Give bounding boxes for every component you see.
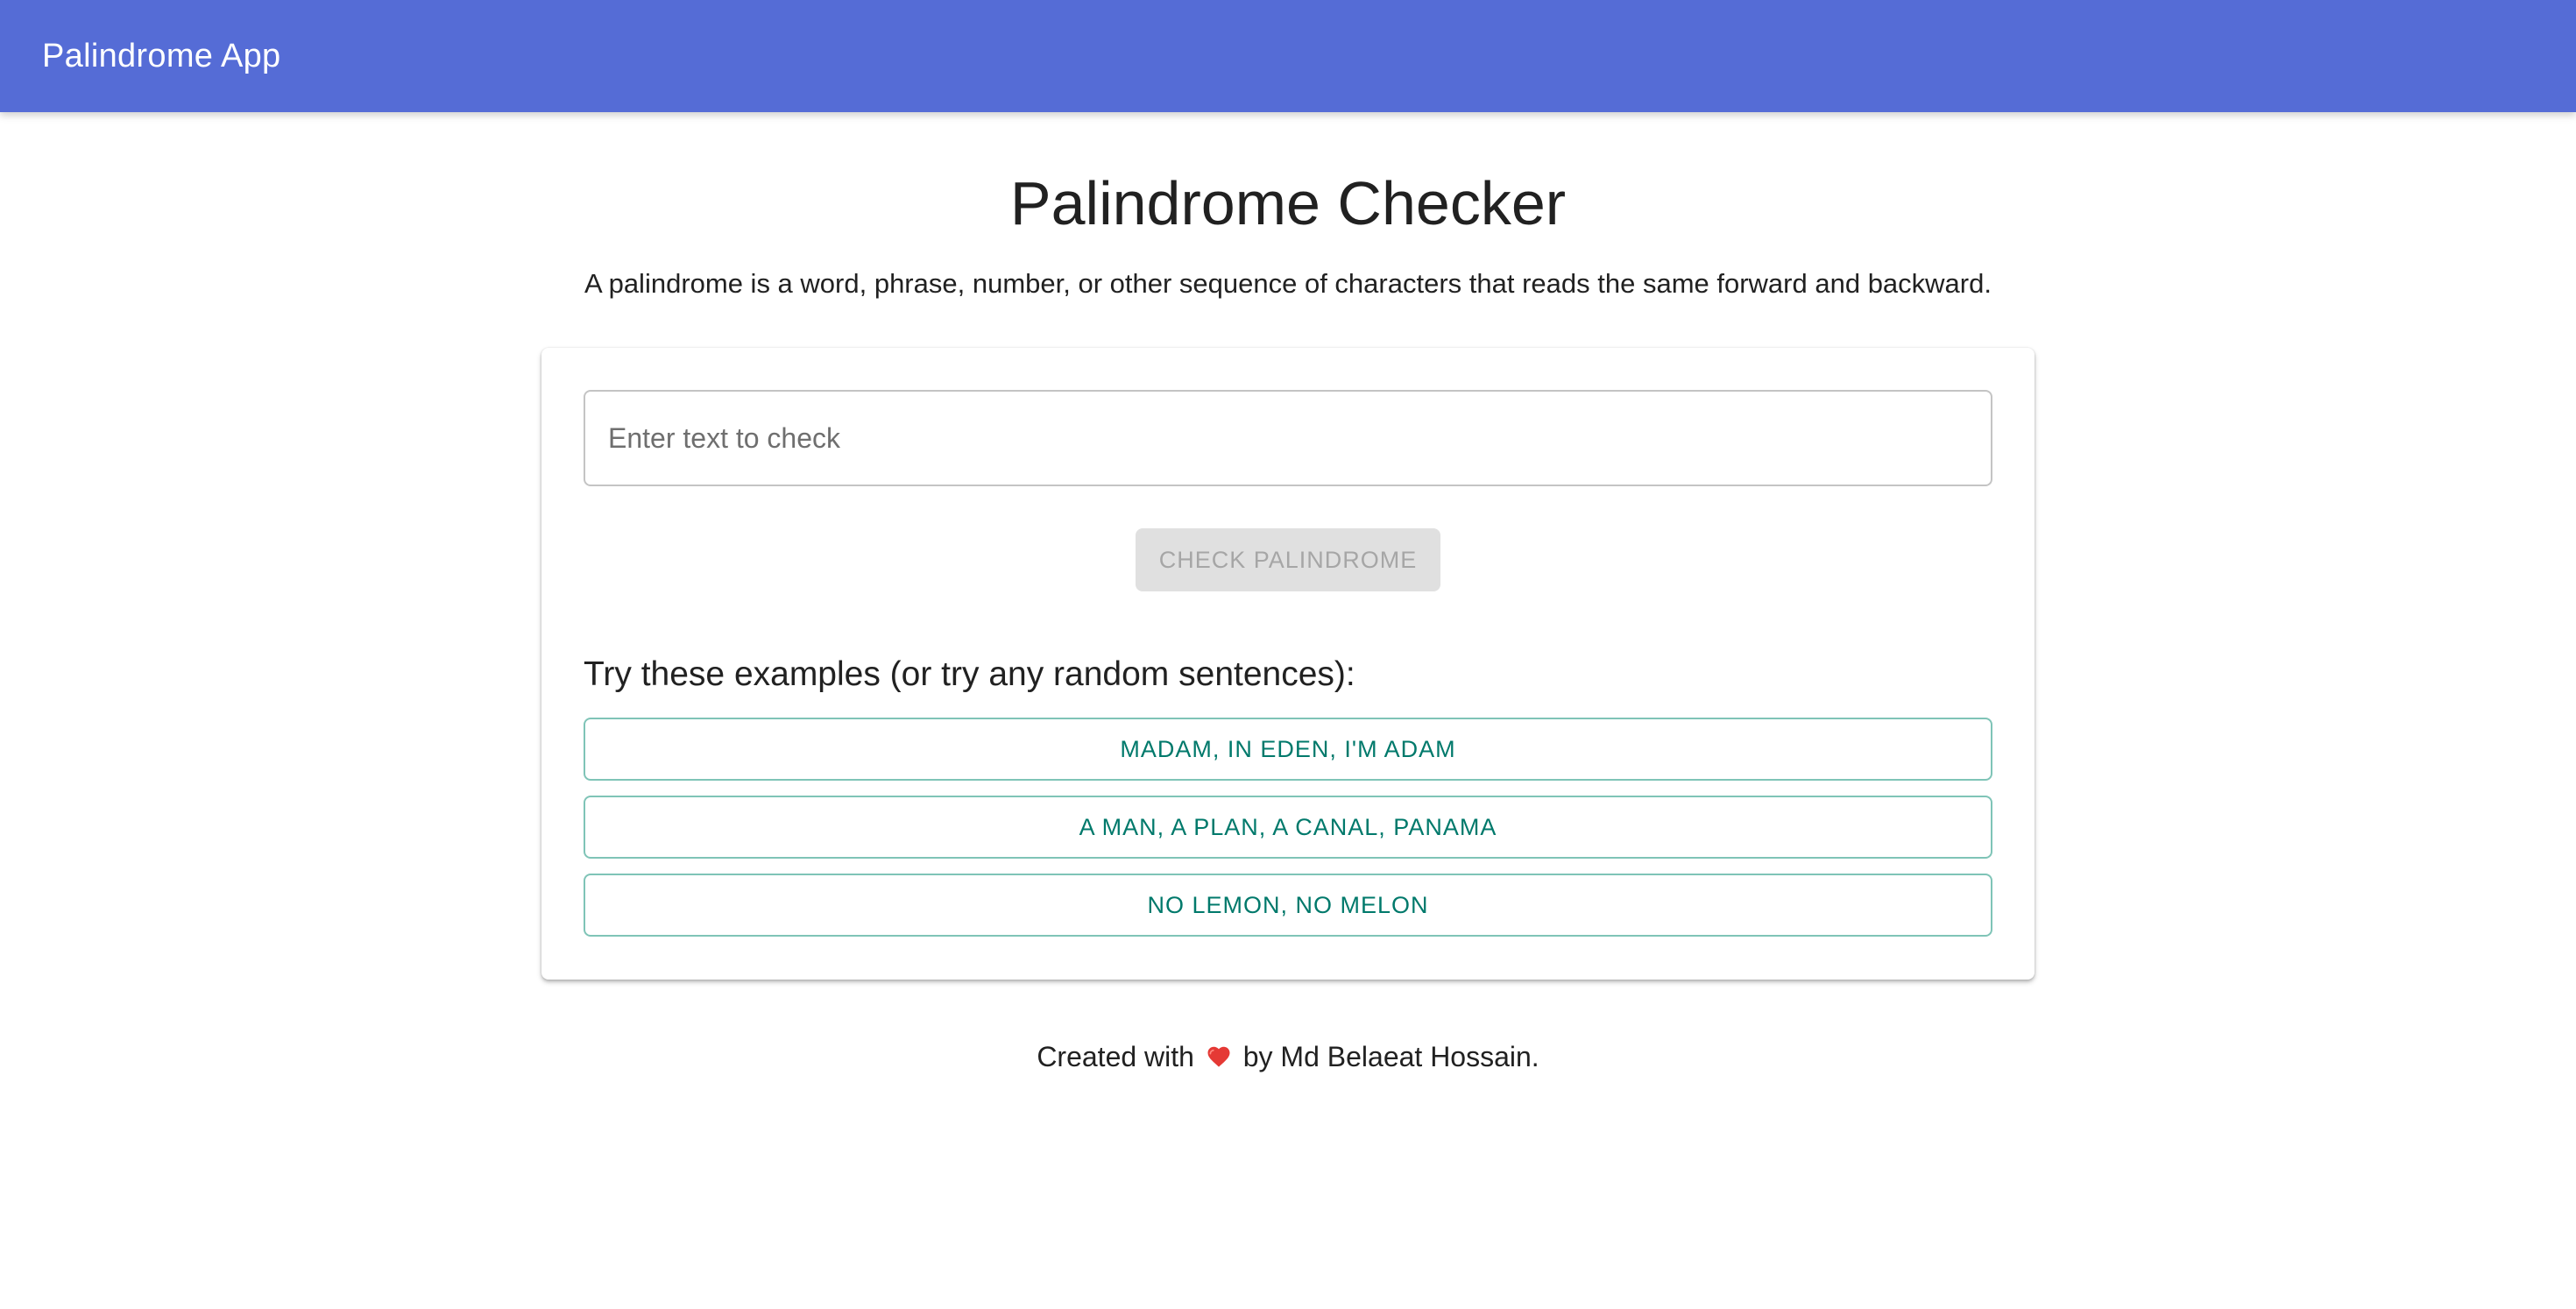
example-button-panama[interactable]: A man, a plan, a canal, Panama (584, 796, 1992, 859)
heart-icon (1207, 1046, 1230, 1067)
app-bar: Palindrome App (0, 0, 2576, 112)
page-description: A palindrome is a word, phrase, number, … (584, 268, 1992, 299)
examples-heading: Try these examples (or try any random se… (584, 655, 1355, 693)
footer-prefix: Created with (1037, 1041, 1194, 1072)
text-input[interactable] (584, 390, 1992, 486)
example-button-madam[interactable]: Madam, in Eden, I'm Adam (584, 718, 1992, 781)
example-button-melon[interactable]: No lemon, no melon (584, 874, 1992, 937)
check-palindrome-button[interactable]: Check Palindrome (1136, 528, 1440, 591)
app-title: Palindrome App (42, 37, 281, 74)
checker-card: Check Palindrome Try these examples (or … (541, 348, 2035, 980)
footer: Created with by Md Belaeat Hossain. (0, 1036, 2576, 1078)
page-title: Palindrome Checker (1009, 169, 1567, 237)
footer-suffix: by Md Belaeat Hossain. (1242, 1041, 1539, 1072)
